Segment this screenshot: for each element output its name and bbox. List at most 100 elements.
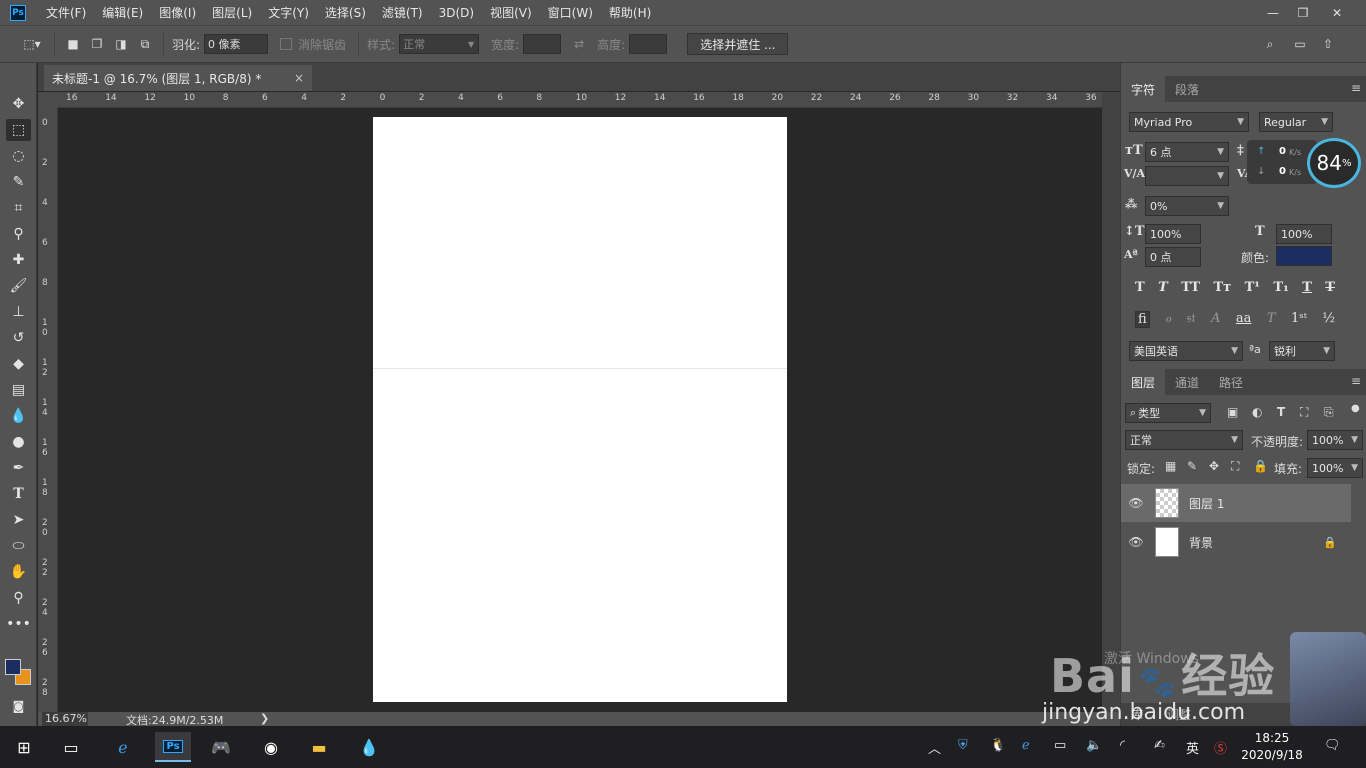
tab-layers[interactable]: 图层 (1121, 369, 1166, 395)
tab-paragraph[interactable]: 段落 (1165, 76, 1209, 102)
ligatures-icon[interactable]: fi (1135, 311, 1150, 328)
all-caps-icon[interactable]: TT (1181, 280, 1200, 295)
tab-character[interactable]: 字符 (1121, 76, 1166, 102)
titling-alternates-icon[interactable]: aa (1236, 311, 1252, 328)
baseline-shift-input[interactable]: 0 点 (1145, 247, 1201, 267)
lock-all-icon[interactable]: 🔒 (1253, 459, 1268, 473)
move-tool-icon[interactable]: ✥ (6, 93, 31, 115)
filter-shape-icon[interactable]: ⛶ (1300, 405, 1308, 420)
fractions-icon[interactable]: ½ (1322, 311, 1335, 328)
marquee-tool-preset-icon[interactable]: ⬚▾ (18, 34, 46, 54)
paint-app-icon[interactable]: 💧 (354, 732, 384, 762)
font-family-select[interactable]: Myriad Pro ▼ (1129, 112, 1249, 132)
ime-indicator[interactable]: 英 (1186, 738, 1199, 757)
vertical-ruler[interactable]: 0 2 4 6 8 10 12 14 16 18 20 22 24 26 28 (38, 108, 58, 712)
hand-tool-icon[interactable]: ✋ (6, 561, 31, 583)
foreground-color-swatch[interactable] (5, 659, 21, 675)
sogou-icon[interactable]: Ⓢ (1214, 738, 1227, 757)
filter-type-icon[interactable]: T (1277, 405, 1285, 419)
crop-tool-icon[interactable]: ⌗ (6, 197, 31, 219)
memory-gauge[interactable]: 84% (1307, 138, 1361, 188)
layer-row[interactable]: 👁 背景 🔒 (1121, 523, 1351, 561)
style-select[interactable]: 正常 ▼ (399, 34, 480, 54)
gradient-tool-icon[interactable]: ▤ (6, 379, 31, 401)
old-style-icon[interactable]: ℴ (1165, 311, 1171, 328)
rect-marquee-tool-icon[interactable]: ⬚ (6, 119, 31, 141)
kerning-select[interactable]: ▼ (1145, 166, 1229, 186)
menu-select[interactable]: 选择(S) (325, 4, 366, 21)
task-view-icon[interactable]: ▭ (56, 732, 86, 762)
menu-file[interactable]: 文件(F) (46, 4, 86, 21)
vertical-scrollbar[interactable] (1102, 92, 1120, 712)
game-controller-icon[interactable]: 🎮 (206, 732, 236, 762)
filter-toggle-icon[interactable]: ● (1351, 403, 1360, 414)
status-menu-arrow[interactable]: ❯ (260, 712, 269, 725)
lasso-tool-icon[interactable]: ◌ (6, 145, 31, 167)
tray-expand-icon[interactable]: ︿ (928, 738, 941, 757)
visibility-eye-icon[interactable]: 👁 (1121, 496, 1151, 510)
filter-pixel-icon[interactable]: ▣ (1227, 405, 1238, 419)
tab-channels[interactable]: 通道 (1165, 369, 1209, 395)
lock-artboard-icon[interactable]: ⛶ (1231, 459, 1239, 474)
battery-icon[interactable]: ▭ (1054, 738, 1066, 753)
tracking-select[interactable]: 0% ▼ (1145, 196, 1229, 216)
healing-brush-tool-icon[interactable]: ✚ (6, 249, 31, 271)
tab-paths[interactable]: 路径 (1209, 369, 1253, 395)
zoom-level-field[interactable]: 16.67% (42, 712, 88, 726)
windows-start-icon[interactable]: ⊞ (9, 732, 39, 762)
restore-button[interactable]: ❐ (1288, 0, 1318, 25)
visibility-eye-icon[interactable]: 👁 (1121, 535, 1151, 549)
wifi-icon[interactable]: ◜ (1120, 738, 1125, 753)
menu-image[interactable]: 图像(I) (159, 4, 196, 21)
search-icon[interactable]: ⌕ (1260, 34, 1280, 54)
layer-filter-select[interactable]: ⌕ 类型 ▼ (1125, 403, 1211, 423)
zoom-tool-icon[interactable]: ⚲ (6, 587, 31, 609)
browser-tray-icon[interactable]: ℯ (1022, 738, 1030, 753)
brush-tool-icon[interactable]: 🖌 (6, 275, 31, 297)
document-tab[interactable]: 未标题-1 @ 16.7% (图层 1, RGB/8) * × (44, 65, 312, 91)
notification-icon[interactable]: 🗨 (1324, 738, 1341, 753)
horizontal-scale-input[interactable]: 100% (1276, 224, 1332, 244)
security-shield-icon[interactable]: ⛨ (958, 738, 968, 753)
menu-3d[interactable]: 3D(D) (439, 6, 474, 20)
faux-italic-icon[interactable]: T (1158, 280, 1168, 295)
quick-select-tool-icon[interactable]: ✎ (6, 171, 31, 193)
layer-row[interactable]: 👁 图层 1 (1121, 484, 1351, 522)
font-size-select[interactable]: 6 点 ▼ (1145, 142, 1229, 162)
fill-input[interactable]: 100% ▼ (1307, 458, 1363, 478)
horizontal-ruler[interactable]: 16 14 12 10 8 6 4 2 0 2 4 6 8 10 12 14 16 18 20 22 24 26 28 30 3… (58, 92, 1102, 108)
opacity-input[interactable]: 100% ▼ (1307, 430, 1363, 450)
underline-icon[interactable]: T (1302, 280, 1312, 295)
system-clock[interactable]: 18:25 2020/9/18 (1240, 730, 1304, 764)
strikethrough-icon[interactable]: T (1325, 280, 1335, 295)
subscript-icon[interactable]: T₁ (1273, 280, 1288, 295)
language-select[interactable]: 美国英语 ▼ (1129, 341, 1243, 361)
stamp-tool-icon[interactable]: ⊥ (6, 301, 31, 323)
path-select-tool-icon[interactable]: ➤ (6, 509, 31, 531)
filter-smart-object-icon[interactable]: ⎘ (1324, 405, 1334, 420)
menu-edit[interactable]: 编辑(E) (102, 4, 143, 21)
feather-input[interactable]: 0 像素 (204, 34, 269, 54)
menu-filter[interactable]: 滤镜(T) (382, 4, 423, 21)
width-input[interactable] (523, 34, 562, 54)
menu-type[interactable]: 文字(Y) (268, 4, 309, 21)
share-icon[interactable]: ⇧ (1318, 34, 1338, 54)
file-explorer-icon[interactable]: ▬ (304, 732, 334, 762)
menu-view[interactable]: 视图(V) (490, 4, 532, 21)
ordinals-icon[interactable]: T (1267, 311, 1276, 328)
panel-menu-icon[interactable]: ≡ (1351, 81, 1361, 95)
filter-adjustment-icon[interactable]: ◐ (1252, 405, 1262, 419)
lock-position-icon[interactable]: ✥ (1209, 459, 1219, 473)
close-window-button[interactable]: ✕ (1322, 0, 1352, 25)
add-selection-icon[interactable]: ❐ (87, 34, 107, 54)
swap-icon[interactable]: ⇄ (569, 34, 589, 54)
vertical-scale-input[interactable]: 100% (1145, 224, 1201, 244)
new-selection-icon[interactable]: ■ (63, 34, 83, 54)
volume-icon[interactable]: 🔈 (1086, 738, 1102, 753)
pen-tool-icon[interactable]: ✒ (6, 457, 31, 479)
eyedropper-tool-icon[interactable]: ⚲ (6, 223, 31, 245)
font-style-select[interactable]: Regular ▼ (1259, 112, 1333, 132)
minimize-button[interactable]: — (1258, 0, 1288, 25)
intersect-selection-icon[interactable]: ⧉ (135, 34, 155, 54)
qq-icon[interactable]: 🐧 (990, 738, 1006, 753)
